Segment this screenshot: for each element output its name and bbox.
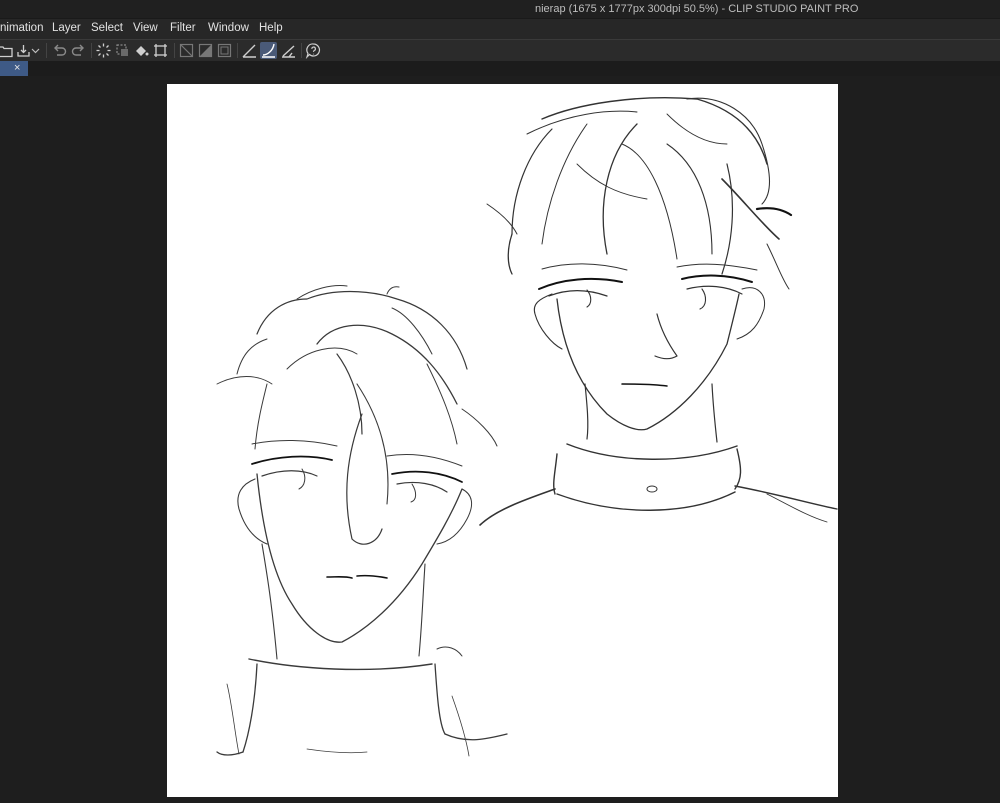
open-icon[interactable] [0,42,14,59]
close-icon[interactable]: × [14,61,20,76]
help-icon[interactable] [305,42,322,59]
toolbar-separator [174,43,175,58]
menu-animation[interactable]: nimation [0,22,43,34]
toolbar-separator [46,43,47,58]
menu-bar: nimation Layer Select View Filter Window… [0,18,1000,39]
sketch-drawing [216,97,838,757]
dropdown-icon[interactable] [30,42,41,59]
toolbar-separator [301,43,302,58]
document-tab-bar: × [0,61,1000,76]
menu-window[interactable]: Window [208,22,249,34]
clear-icon[interactable] [95,42,112,59]
menu-filter[interactable]: Filter [170,22,196,34]
command-bar [0,39,1000,62]
canvas[interactable] [167,84,838,797]
transform-icon[interactable] [152,42,169,59]
hide-selection-icon[interactable] [178,42,195,59]
menu-layer[interactable]: Layer [52,22,81,34]
border-icon[interactable] [216,42,233,59]
window-title: nierap (1675 x 1777px 300dpi 50.5%) - CL… [535,3,859,15]
undo-icon[interactable] [51,42,68,59]
menu-select[interactable]: Select [91,22,123,34]
title-bar: nierap (1675 x 1777px 300dpi 50.5%) - CL… [0,0,1000,18]
redo-icon[interactable] [70,42,87,59]
left-figure-sketch [216,285,508,757]
document-tab[interactable]: × [0,61,28,76]
snap-grid-icon[interactable] [280,42,297,59]
snap-curve-icon[interactable] [260,42,277,59]
fill-selection-icon[interactable] [197,42,214,59]
fill-icon[interactable] [133,42,150,59]
menu-view[interactable]: View [133,22,158,34]
ruler-icon[interactable] [241,42,258,59]
toolbar-separator [237,43,238,58]
right-figure-sketch [479,97,838,526]
menu-help[interactable]: Help [259,22,283,34]
toolbar-separator [91,43,92,58]
selection-icon[interactable] [114,42,131,59]
